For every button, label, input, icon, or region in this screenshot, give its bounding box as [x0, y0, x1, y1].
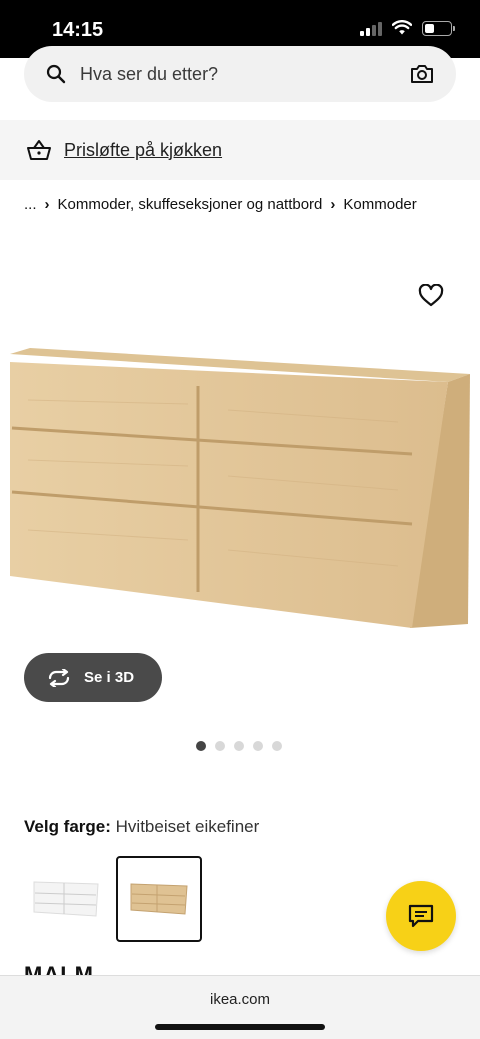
home-indicator[interactable] — [155, 1024, 325, 1030]
color-value: Hvitbeiset eikefiner — [115, 817, 260, 836]
search-placeholder: Hva ser du etter? — [80, 63, 219, 84]
color-selector-label: Velg farge: Hvitbeiset eikefiner — [24, 817, 259, 837]
status-icons — [360, 20, 455, 36]
url-text[interactable]: ikea.com — [0, 991, 480, 1008]
breadcrumb-ellipsis[interactable]: ... — [24, 196, 37, 213]
pagination-dot[interactable] — [234, 741, 244, 751]
white-dresser-thumbnail — [33, 881, 99, 917]
camera-icon[interactable] — [410, 64, 434, 84]
signal-icon — [360, 20, 382, 36]
chat-button[interactable] — [386, 881, 456, 951]
product-image[interactable] — [8, 340, 472, 640]
pagination-dot[interactable] — [215, 741, 225, 751]
chat-icon — [408, 904, 434, 928]
search-area: Hva ser du etter? — [0, 46, 480, 118]
pagination-dot[interactable] — [196, 741, 206, 751]
chevron-right-icon: › — [330, 196, 336, 213]
chevron-right-icon: › — [44, 196, 50, 213]
breadcrumb: ... › Kommoder, skuffeseksjoner og nattb… — [24, 196, 417, 213]
promo-banner[interactable]: Prisløfte på kjøkken — [0, 120, 480, 180]
view-3d-label: Se i 3D — [84, 669, 135, 686]
pagination-dot[interactable] — [253, 741, 263, 751]
basket-icon — [27, 140, 51, 160]
rotate-3d-icon — [48, 668, 70, 687]
browser-address-bar[interactable]: ikea.com — [0, 975, 480, 1039]
oak-dresser-thumbnail — [130, 883, 188, 915]
heart-icon[interactable] — [418, 284, 444, 308]
status-time: 14:15 — [52, 19, 104, 41]
breadcrumb-item[interactable]: Kommoder — [343, 196, 416, 213]
breadcrumb-item[interactable]: Kommoder, skuffeseksjoner og nattbord — [58, 196, 323, 213]
battery-icon — [422, 20, 455, 36]
promo-link[interactable]: Prisløfte på kjøkken — [64, 140, 222, 161]
search-input[interactable]: Hva ser du etter? — [24, 46, 456, 102]
wifi-icon — [392, 20, 412, 35]
pagination-dot[interactable] — [272, 741, 282, 751]
gallery-pagination — [196, 741, 282, 751]
color-swatch-white[interactable] — [24, 856, 110, 942]
color-label: Velg farge: — [24, 817, 111, 836]
view-3d-button[interactable]: Se i 3D — [24, 653, 162, 702]
search-icon — [46, 64, 66, 84]
color-swatch-oak[interactable] — [116, 856, 202, 942]
